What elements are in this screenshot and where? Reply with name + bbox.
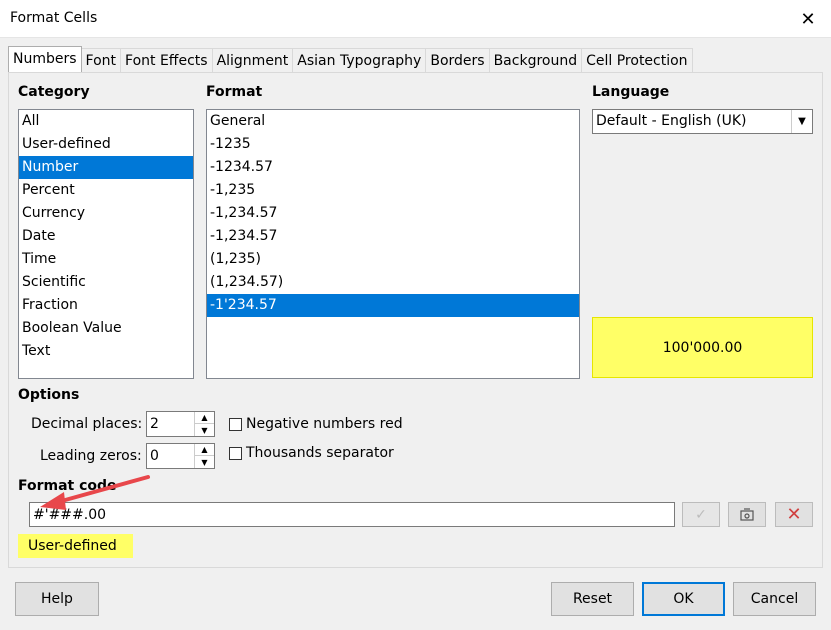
checkbox-box[interactable]	[229, 446, 242, 460]
checkbox-box[interactable]	[229, 417, 242, 431]
thousands-separator-checkbox[interactable]: Thousands separator	[229, 445, 394, 461]
spin-up-icon[interactable]: ▲	[195, 444, 214, 456]
title-bar: Format Cells ✕	[0, 0, 831, 38]
tab-asian-typography[interactable]: Asian Typography	[292, 48, 427, 72]
format-code-input[interactable]: #'###.00	[29, 502, 675, 527]
checkmark-icon: ✓	[695, 506, 707, 523]
cancel-button[interactable]: Cancel	[733, 582, 816, 616]
spin-down-icon[interactable]: ▼	[195, 456, 214, 468]
format-label: Format	[206, 84, 263, 100]
add-comment-button[interactable]	[728, 502, 766, 527]
list-item[interactable]: Currency	[19, 202, 193, 225]
spin-down-icon[interactable]: ▼	[195, 424, 214, 436]
spin-up-icon[interactable]: ▲	[195, 412, 214, 424]
category-list[interactable]: All User-defined Number Percent Currency…	[18, 109, 194, 379]
leading-zeros-label: Leading zeros:	[40, 448, 142, 464]
tab-cell-protection[interactable]: Cell Protection	[581, 48, 693, 72]
edit-comment-icon	[740, 507, 754, 521]
ok-button[interactable]: OK	[642, 582, 725, 616]
delete-format-button[interactable]: ✕	[775, 502, 813, 527]
options-label: Options	[18, 387, 80, 403]
decimal-places-label: Decimal places:	[31, 416, 143, 432]
list-item[interactable]: General	[207, 110, 579, 133]
preview-value: 100'000.00	[662, 339, 743, 356]
window-title: Format Cells	[10, 10, 98, 26]
help-button-label: Help	[41, 591, 73, 607]
list-item[interactable]: Text	[19, 340, 193, 363]
language-label: Language	[592, 84, 670, 100]
list-item[interactable]: Time	[19, 248, 193, 271]
tab-borders[interactable]: Borders	[425, 48, 490, 72]
tab-background[interactable]: Background	[488, 48, 583, 72]
format-code-value: #'###.00	[33, 507, 107, 523]
thousands-separator-label: Thousands separator	[246, 445, 394, 461]
list-item[interactable]: -1,234.57	[207, 202, 579, 225]
list-item[interactable]: -1235	[207, 133, 579, 156]
category-label: Category	[18, 84, 90, 100]
help-button[interactable]: Help	[15, 582, 99, 616]
ok-button-label: OK	[673, 591, 694, 607]
decimal-places-value: 2	[150, 416, 159, 432]
list-item[interactable]: Number	[19, 156, 193, 179]
tab-font[interactable]: Font	[80, 48, 122, 72]
leading-zeros-value: 0	[150, 448, 159, 464]
format-code-label: Format code	[18, 478, 117, 494]
format-list[interactable]: General -1235 -1234.57 -1,235 -1,234.57 …	[206, 109, 580, 379]
list-item[interactable]: -1'234.57	[207, 294, 579, 317]
tab-alignment[interactable]: Alignment	[211, 48, 294, 72]
tab-bar: Numbers Font Font Effects Alignment Asia…	[8, 46, 693, 72]
cancel-button-label: Cancel	[750, 591, 799, 607]
list-item[interactable]: Percent	[19, 179, 193, 202]
list-item[interactable]: Date	[19, 225, 193, 248]
reset-button-label: Reset	[572, 591, 613, 607]
tab-numbers[interactable]: Numbers	[8, 46, 82, 72]
tab-font-effects[interactable]: Font Effects	[120, 48, 213, 72]
language-select[interactable]: Default - English (UK) ▼	[592, 109, 813, 134]
delete-icon: ✕	[786, 504, 802, 525]
apply-format-button[interactable]: ✓	[682, 502, 720, 527]
chevron-down-icon[interactable]: ▼	[791, 110, 812, 133]
format-status-badge: User-defined	[18, 534, 133, 558]
list-item[interactable]: -1,235	[207, 179, 579, 202]
list-item[interactable]: User-defined	[19, 133, 193, 156]
list-item[interactable]: Scientific	[19, 271, 193, 294]
leading-zeros-stepper[interactable]: 0 ▲ ▼	[146, 443, 215, 469]
list-item[interactable]: (1,235)	[207, 248, 579, 271]
list-item[interactable]: (1,234.57)	[207, 271, 579, 294]
negative-red-checkbox[interactable]: Negative numbers red	[229, 416, 403, 432]
negative-red-label: Negative numbers red	[246, 416, 403, 432]
format-preview: 100'000.00	[592, 317, 813, 378]
list-item[interactable]: Boolean Value	[19, 317, 193, 340]
list-item[interactable]: -1234.57	[207, 156, 579, 179]
reset-button[interactable]: Reset	[551, 582, 634, 616]
language-value: Default - English (UK)	[596, 113, 747, 129]
format-status-text: User-defined	[28, 538, 117, 554]
list-item[interactable]: -1,234.57	[207, 225, 579, 248]
list-item[interactable]: Fraction	[19, 294, 193, 317]
list-item[interactable]: All	[19, 110, 193, 133]
close-icon[interactable]: ✕	[785, 0, 831, 38]
decimal-places-stepper[interactable]: 2 ▲ ▼	[146, 411, 215, 437]
